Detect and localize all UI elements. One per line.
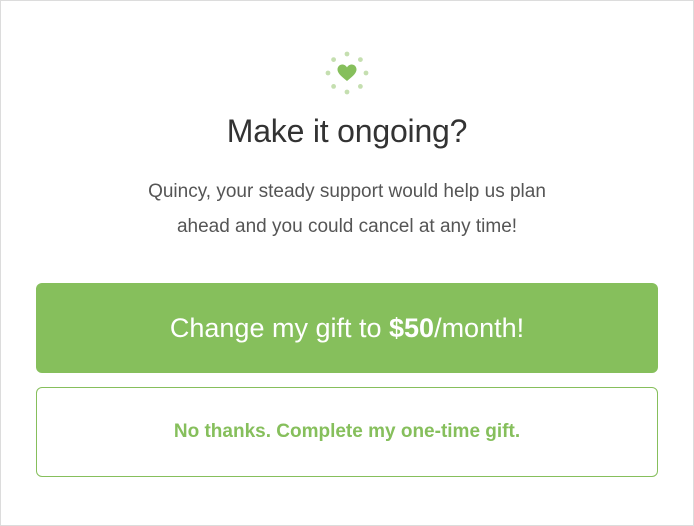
- upgrade-dialog: Make it ongoing? Quincy, your steady sup…: [0, 0, 694, 526]
- upgrade-button-suffix: /month!: [434, 312, 525, 343]
- heart-burst-icon: [324, 50, 370, 96]
- upgrade-monthly-button[interactable]: Change my gift to $50/month!: [36, 283, 658, 373]
- dialog-title: Make it ongoing?: [226, 113, 468, 149]
- dialog-subtitle: Quincy, your steady support would help u…: [1, 174, 693, 244]
- upgrade-button-prefix: Change my gift to: [169, 312, 389, 343]
- decline-one-time-button[interactable]: No thanks. Complete my one-time gift.: [36, 387, 658, 477]
- subtitle-line-2: ahead and you could cancel at any time!: [176, 216, 518, 237]
- subtitle-line-1: Quincy, your steady support would help u…: [148, 181, 546, 202]
- upgrade-amount: $50: [389, 312, 435, 343]
